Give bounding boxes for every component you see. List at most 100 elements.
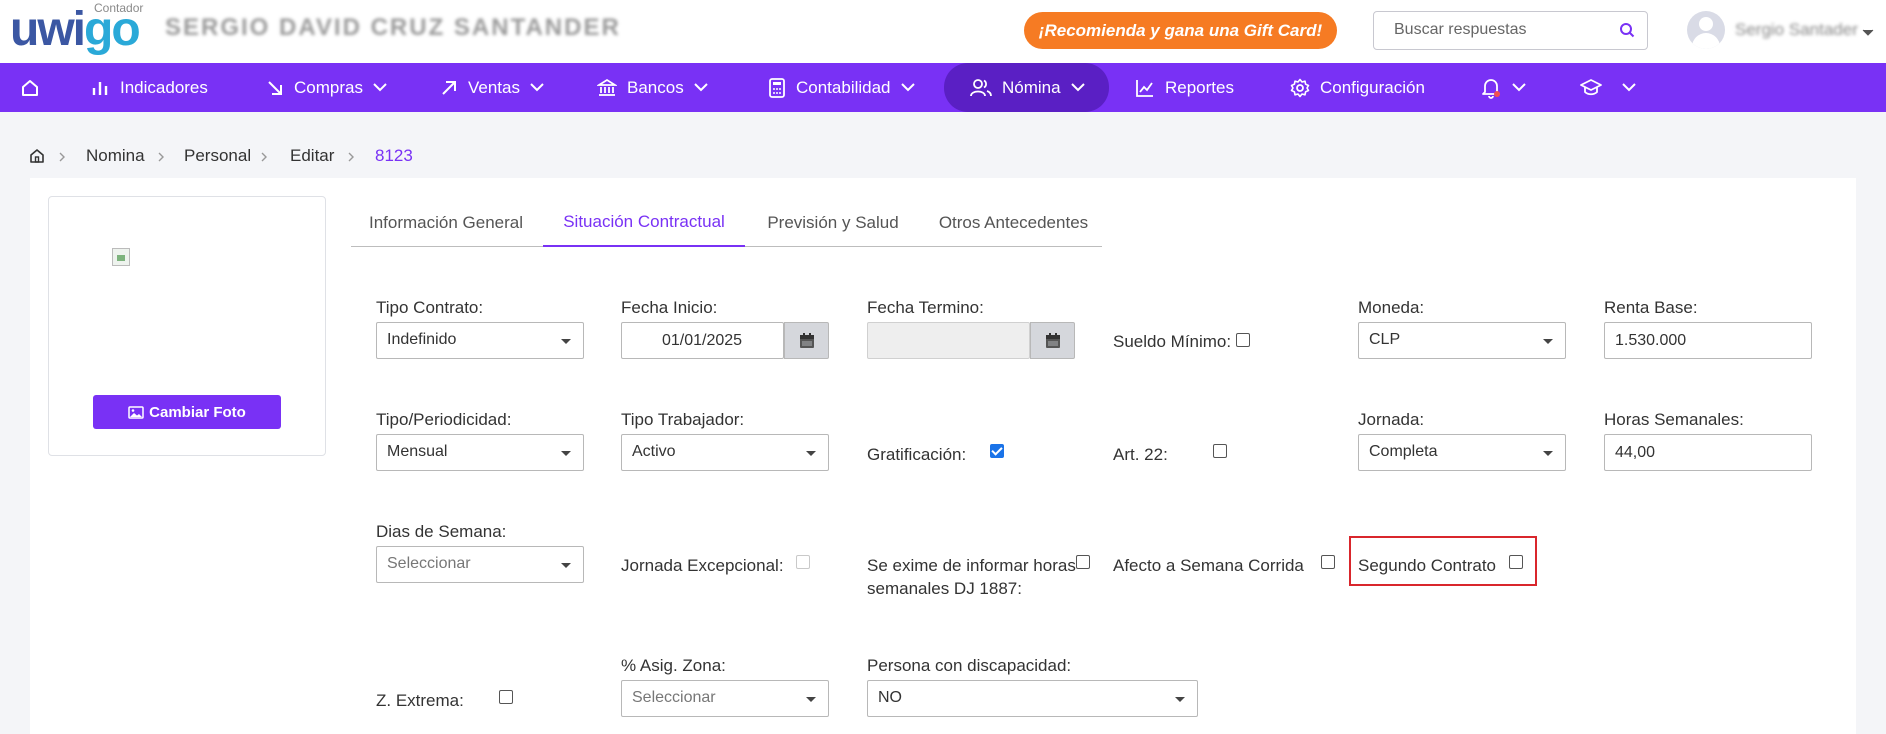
change-photo-label: Cambiar Foto <box>149 403 246 421</box>
nav-label: Nómina <box>1002 77 1061 97</box>
nav-label: Bancos <box>627 77 684 97</box>
tab-situacion-contractual[interactable]: Situación Contractual <box>543 198 745 247</box>
users-icon <box>970 78 992 98</box>
nav-label: Configuración <box>1320 77 1425 97</box>
fecha-termino-calendar-button[interactable] <box>1030 322 1075 359</box>
nav-label: Ventas <box>468 77 520 97</box>
fecha-inicio-label: Fecha Inicio: <box>621 298 718 317</box>
nav-label: Compras <box>294 77 363 97</box>
tipo-contrato-select[interactable]: Indefinido <box>376 322 584 359</box>
jornada-excepcional-checkbox[interactable] <box>796 555 810 569</box>
chevron-down-icon <box>900 83 915 92</box>
chevron-down-icon <box>530 83 544 92</box>
caret-down-icon <box>806 451 816 456</box>
nav-bancos[interactable]: Bancos <box>597 63 708 112</box>
chevron-down-icon <box>1622 83 1636 92</box>
nav-academia[interactable] <box>1580 63 1636 112</box>
afecto-semana-corrida-label: Afecto a Semana Corrida <box>1113 556 1304 575</box>
calendar-icon <box>799 333 814 348</box>
main-nav: Indicadores Compras Ventas Bancos Contab… <box>0 63 1886 112</box>
graduation-cap-icon <box>1580 78 1602 98</box>
tipo-periodicidad-label: Tipo/Periodicidad: <box>376 410 512 429</box>
tab-prevision-salud[interactable]: Previsión y Salud <box>747 198 919 247</box>
promo-button[interactable]: ¡Recomienda y gana una Gift Card! <box>1024 12 1337 49</box>
asig-zona-label: % Asig. Zona: <box>621 656 726 675</box>
chevron-down-icon <box>1512 83 1526 92</box>
caret-down-icon <box>561 451 571 456</box>
chevron-down-icon[interactable] <box>1862 24 1874 42</box>
nav-label: Indicadores <box>120 77 208 97</box>
avatar[interactable] <box>1687 11 1725 49</box>
caret-down-icon <box>806 697 816 702</box>
chevron-down-icon <box>1070 83 1085 92</box>
company-name: SERGIO DAVID CRUZ SANTANDER <box>165 14 621 41</box>
gratificacion-checkbox[interactable] <box>990 444 1004 458</box>
dias-semana-label: Dias de Semana: <box>376 522 507 541</box>
moneda-label: Moneda: <box>1358 298 1425 317</box>
nav-label: Reportes <box>1165 77 1234 97</box>
tab-informacion-general[interactable]: Información General <box>351 198 541 247</box>
dias-semana-select[interactable]: Seleccionar <box>376 546 584 583</box>
caret-down-icon <box>1543 339 1553 344</box>
change-photo-button[interactable]: Cambiar Foto <box>93 395 281 429</box>
art22-label: Art. 22: <box>1113 445 1168 464</box>
jornada-select[interactable]: Completa <box>1358 434 1566 471</box>
nav-configuracion[interactable]: Configuración <box>1290 63 1425 112</box>
breadcrumb-nomina[interactable]: Nomina <box>86 146 145 166</box>
breadcrumb-personal[interactable]: Personal <box>184 146 251 166</box>
nav-contabilidad[interactable]: Contabilidad <box>768 63 915 112</box>
breadcrumb-current: 8123 <box>375 146 413 165</box>
tab-bar: Información General Situación Contractua… <box>351 198 1102 247</box>
chevron-right-icon <box>347 150 355 168</box>
line-chart-icon <box>1135 78 1155 98</box>
asig-zona-select[interactable]: Seleccionar <box>621 680 829 717</box>
nav-nomina[interactable]: Nómina <box>944 63 1109 112</box>
search-input[interactable] <box>1394 21 1614 39</box>
chevron-down-icon <box>373 83 387 92</box>
home-icon[interactable] <box>29 148 45 169</box>
home-icon <box>20 78 40 98</box>
calendar-icon <box>1045 333 1060 348</box>
nav-reportes[interactable]: Reportes <box>1135 63 1234 112</box>
caret-down-icon <box>561 563 571 568</box>
sueldo-minimo-checkbox[interactable] <box>1236 333 1250 347</box>
afecto-semana-corrida-checkbox[interactable] <box>1321 555 1335 569</box>
discapacidad-select[interactable]: NO <box>867 680 1198 717</box>
image-icon <box>128 405 144 419</box>
nav-notificaciones[interactable] <box>1480 63 1526 112</box>
horas-semanales-label: Horas Semanales: <box>1604 410 1744 429</box>
search-icon[interactable] <box>1619 22 1635 43</box>
se-exime-label-line2: semanales DJ 1887: <box>867 579 1022 598</box>
nav-indicadores[interactable]: Indicadores <box>90 63 208 112</box>
segundo-contrato-label: Segundo Contrato <box>1358 556 1496 575</box>
bar-chart-icon <box>90 78 110 98</box>
segundo-contrato-checkbox[interactable] <box>1509 555 1523 569</box>
arrow-down-right-icon <box>266 79 284 97</box>
tab-otros-antecedentes[interactable]: Otros Antecedentes <box>921 198 1106 247</box>
nav-label: Contabilidad <box>796 77 891 97</box>
jornada-excepcional-label: Jornada Excepcional: <box>621 556 784 575</box>
fecha-inicio-input[interactable]: 01/01/2025 <box>621 322 784 359</box>
tipo-trabajador-select[interactable]: Activo <box>621 434 829 471</box>
nav-compras[interactable]: Compras <box>266 63 387 112</box>
nav-ventas[interactable]: Ventas <box>440 63 544 112</box>
fecha-termino-label: Fecha Termino: <box>867 298 984 317</box>
horas-semanales-input[interactable]: 44,00 <box>1604 434 1812 471</box>
breadcrumb-editar[interactable]: Editar <box>290 146 334 166</box>
art22-checkbox[interactable] <box>1213 444 1227 458</box>
user-name[interactable]: Sergio Santader <box>1735 20 1858 40</box>
bank-icon <box>597 78 617 98</box>
tipo-contrato-label: Tipo Contrato: <box>376 298 484 317</box>
z-extrema-checkbox[interactable] <box>499 690 513 704</box>
sueldo-minimo-label: Sueldo Mínimo: <box>1113 332 1232 351</box>
se-exime-checkbox[interactable] <box>1076 555 1090 569</box>
se-exime-label-line1: Se exime de informar horas <box>867 556 1076 575</box>
moneda-select[interactable]: CLP <box>1358 322 1566 359</box>
fecha-termino-input[interactable] <box>867 322 1030 359</box>
search-box <box>1373 11 1648 50</box>
tipo-periodicidad-select[interactable]: Mensual <box>376 434 584 471</box>
nav-home[interactable] <box>20 63 40 112</box>
fecha-inicio-calendar-button[interactable] <box>784 322 829 359</box>
logo[interactable]: uwigo Contador <box>10 1 143 54</box>
renta-base-input[interactable]: 1.530.000 <box>1604 322 1812 359</box>
